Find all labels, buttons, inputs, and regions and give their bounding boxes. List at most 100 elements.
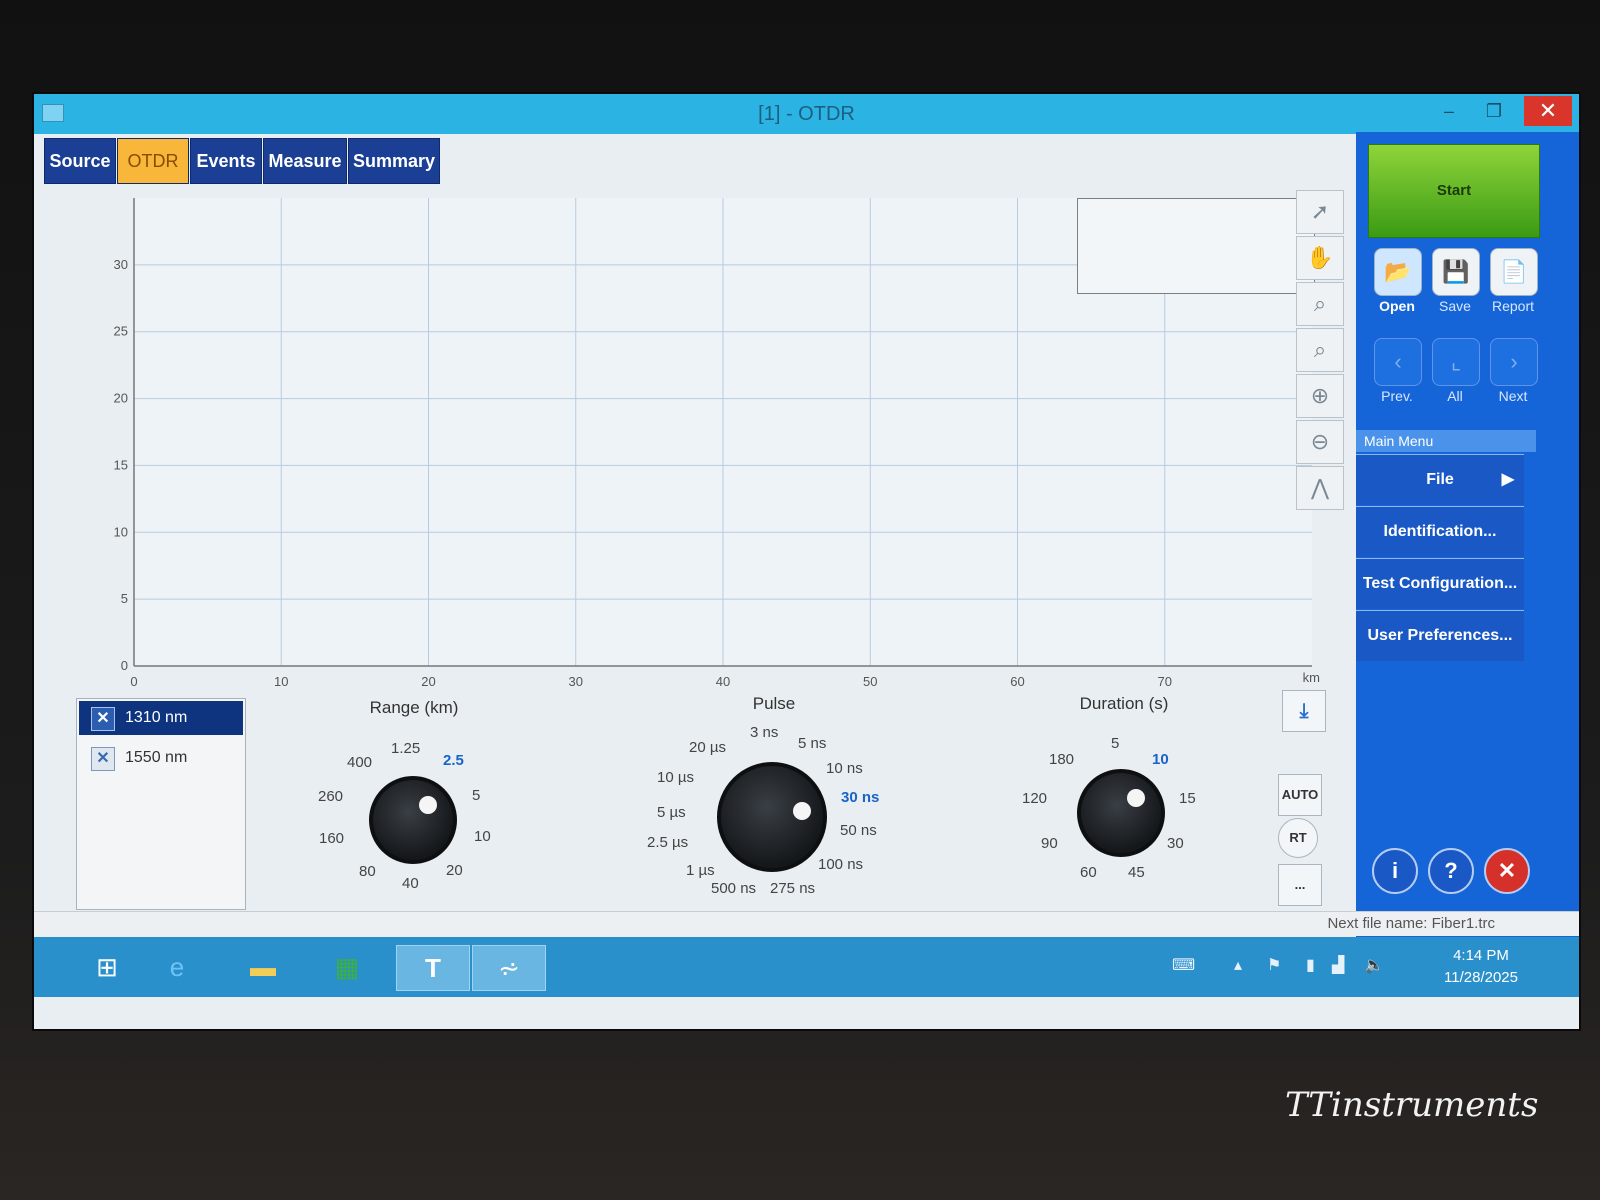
hand-icon[interactable]: ✋ xyxy=(1296,236,1344,280)
duration-knob[interactable] xyxy=(1077,769,1165,857)
tray-expand-icon[interactable]: ▴ xyxy=(1234,955,1242,975)
status-bar: Next file name: Fiber1.trc xyxy=(34,911,1579,936)
range-option[interactable]: 80 xyxy=(359,863,376,880)
realtime-button[interactable]: RT xyxy=(1278,818,1318,858)
duration-option[interactable]: 120 xyxy=(1022,790,1047,807)
prev-label: Prev. xyxy=(1381,388,1413,404)
exit-button[interactable]: ✕ xyxy=(1484,848,1530,894)
pulse-option[interactable]: 100 ns xyxy=(818,856,863,873)
pulse-option[interactable]: 5 µs xyxy=(657,804,686,821)
store-icon[interactable]: ▦ xyxy=(322,945,372,989)
x-unit-label: km xyxy=(1303,670,1320,685)
range-option[interactable]: 5 xyxy=(472,787,480,804)
duration-option-selected[interactable]: 10 xyxy=(1152,751,1169,768)
knob-indicator xyxy=(793,802,811,820)
keyboard-icon[interactable]: ⌨ xyxy=(1172,955,1195,975)
duration-option[interactable]: 90 xyxy=(1041,835,1058,852)
more-button[interactable]: ... xyxy=(1278,864,1322,906)
trace-info-box xyxy=(1077,198,1315,294)
action-center-icon[interactable]: ⚑ xyxy=(1267,955,1281,975)
save-button[interactable]: 💾 xyxy=(1432,248,1480,296)
tab-summary[interactable]: Summary xyxy=(348,138,440,184)
duration-option[interactable]: 5 xyxy=(1111,735,1119,752)
otdr-app-icon[interactable]: ⩫ xyxy=(472,945,546,991)
range-option-selected[interactable]: 2.5 xyxy=(443,752,464,769)
clock-time: 4:14 PM xyxy=(1453,947,1509,964)
pulse-option[interactable]: 10 ns xyxy=(826,760,863,777)
info-button[interactable]: i xyxy=(1372,848,1418,894)
zoom-fit-icon[interactable]: ⌕ xyxy=(1296,282,1344,326)
zoom-out-icon[interactable]: ⊖ xyxy=(1296,420,1344,464)
pulse-option[interactable]: 50 ns xyxy=(840,822,877,839)
menu-identification[interactable]: Identification... xyxy=(1356,506,1524,557)
pulse-option[interactable]: 500 ns xyxy=(711,880,756,897)
start-button[interactable]: Start xyxy=(1368,144,1540,238)
wavelength-1310[interactable]: ✕ 1310 nm xyxy=(79,701,243,735)
duration-option[interactable]: 60 xyxy=(1080,864,1097,881)
pulse-option[interactable]: 3 ns xyxy=(750,724,778,741)
pulse-option[interactable]: 5 ns xyxy=(798,735,826,752)
range-option[interactable]: 1.25 xyxy=(391,740,420,757)
windows-start-icon[interactable]: ⊞ xyxy=(82,945,132,989)
range-option[interactable]: 20 xyxy=(446,862,463,879)
duration-option[interactable]: 30 xyxy=(1167,835,1184,852)
x-tick-label: 0 xyxy=(130,674,137,689)
report-label: Report xyxy=(1491,298,1535,314)
auto-button[interactable]: AUTO xyxy=(1278,774,1322,816)
checkbox-icon[interactable]: ✕ xyxy=(91,747,115,771)
all-button[interactable]: ⌞ xyxy=(1432,338,1480,386)
duration-option[interactable]: 15 xyxy=(1179,790,1196,807)
range-option[interactable]: 400 xyxy=(347,754,372,771)
pulse-knob[interactable] xyxy=(717,762,827,872)
next-button[interactable]: › xyxy=(1490,338,1538,386)
internet-explorer-icon[interactable]: e xyxy=(152,945,202,989)
range-option[interactable]: 40 xyxy=(402,875,419,892)
tab-otdr[interactable]: OTDR xyxy=(117,138,189,184)
pointer-icon[interactable]: ➚ xyxy=(1296,190,1344,234)
file-explorer-icon[interactable]: ▬ xyxy=(238,945,288,989)
range-option[interactable]: 260 xyxy=(318,788,343,805)
wavelength-1550[interactable]: ✕ 1550 nm xyxy=(79,741,243,775)
report-button[interactable]: 📄 xyxy=(1490,248,1538,296)
range-knob[interactable] xyxy=(369,776,457,864)
tab-source[interactable]: Source xyxy=(44,138,116,184)
open-button[interactable]: 📂 xyxy=(1374,248,1422,296)
help-button[interactable]: ? xyxy=(1428,848,1474,894)
tab-events[interactable]: Events xyxy=(190,138,262,184)
tab-measure[interactable]: Measure xyxy=(263,138,347,184)
pulse-option[interactable]: 20 µs xyxy=(689,739,726,756)
checkbox-icon[interactable]: ✕ xyxy=(91,707,115,731)
zoom-reset-icon[interactable]: ⌕ xyxy=(1296,328,1344,372)
zoom-in-icon[interactable]: ⊕ xyxy=(1296,374,1344,418)
minimize-button[interactable]: – xyxy=(1429,96,1469,126)
folder-icon: 📂 xyxy=(1384,259,1412,284)
volume-icon[interactable]: 🔈 xyxy=(1364,955,1384,975)
toolbox-app-icon[interactable]: T xyxy=(396,945,470,991)
x-tick-label: 10 xyxy=(274,674,288,689)
maximize-button[interactable]: ❐ xyxy=(1474,96,1514,126)
battery-icon[interactable]: ▮ xyxy=(1306,955,1315,975)
pulse-option[interactable]: 275 ns xyxy=(770,880,815,897)
pulse-option[interactable]: 1 µs xyxy=(686,862,715,879)
collapse-button[interactable]: ⤓ xyxy=(1282,690,1326,732)
duration-option[interactable]: 180 xyxy=(1049,751,1074,768)
trace-icon[interactable]: ⋀ xyxy=(1296,466,1344,510)
prev-button[interactable]: ‹ xyxy=(1374,338,1422,386)
clock[interactable]: 4:14 PM 11/28/2025 xyxy=(1426,945,1536,989)
wavelength-list: ✕ 1310 nm ✕ 1550 nm xyxy=(76,698,246,910)
y-tick-label: 5 xyxy=(121,591,128,606)
menu-user-preferences[interactable]: User Preferences... xyxy=(1356,610,1524,661)
next-file-name: Next file name: Fiber1.trc xyxy=(1327,915,1495,932)
range-option[interactable]: 160 xyxy=(319,830,344,847)
pulse-option[interactable]: 10 µs xyxy=(657,769,694,786)
menu-test-configuration[interactable]: Test Configuration... xyxy=(1356,558,1524,609)
knob-indicator xyxy=(419,796,437,814)
pulse-option[interactable]: 2.5 µs xyxy=(647,834,688,851)
menu-file[interactable]: File ▶ xyxy=(1356,454,1524,505)
network-icon[interactable]: ▟ xyxy=(1332,955,1344,975)
range-option[interactable]: 10 xyxy=(474,828,491,845)
close-button[interactable]: ✕ xyxy=(1524,96,1572,126)
pulse-option-selected[interactable]: 30 ns xyxy=(841,789,879,806)
window-title: [1] - OTDR xyxy=(758,103,855,125)
duration-option[interactable]: 45 xyxy=(1128,864,1145,881)
